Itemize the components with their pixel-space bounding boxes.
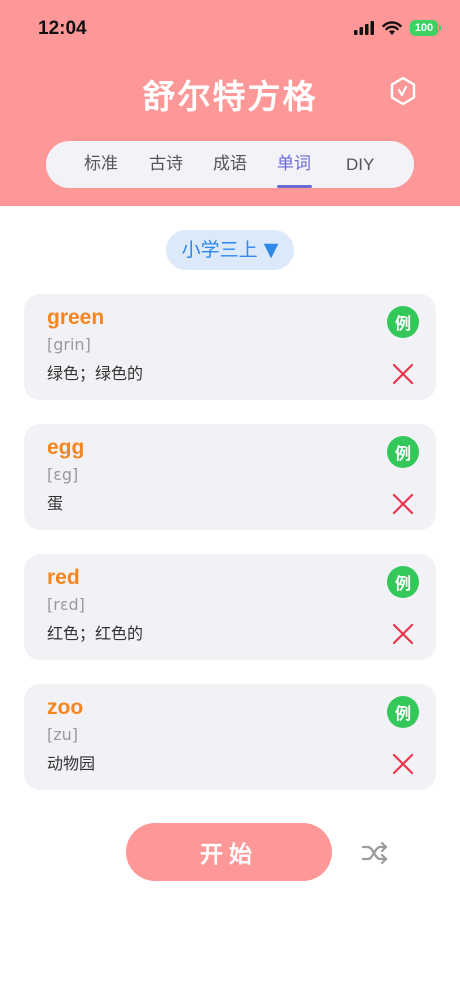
example-button[interactable]: 例: [387, 566, 419, 598]
status-icons: 100: [354, 20, 441, 36]
tab-diy[interactable]: DIY: [346, 141, 374, 188]
example-button[interactable]: 例: [387, 696, 419, 728]
word-text: red: [47, 566, 80, 589]
active-tab-indicator: [277, 185, 312, 188]
signal-icon: [354, 21, 374, 35]
tab-poetry[interactable]: 古诗: [149, 141, 183, 188]
close-icon[interactable]: [392, 623, 414, 645]
meaning-text: 蛋: [47, 494, 64, 513]
phonetic-text: [ɛg]: [47, 465, 79, 484]
meaning-text: 红色；红色的: [47, 624, 144, 643]
header: 12:04 100 舒尔特方格 标准 古诗 成语 单词 DIY: [0, 0, 460, 206]
phonetic-text: [rɛd]: [47, 595, 85, 614]
hexagon-timer-icon[interactable]: [388, 76, 418, 106]
status-time: 12:04: [38, 18, 87, 39]
close-icon[interactable]: [392, 493, 414, 515]
shuffle-icon[interactable]: [361, 839, 389, 867]
phonetic-text: [zu]: [47, 725, 79, 744]
battery-indicator: 100: [410, 20, 441, 36]
phonetic-text: [grin]: [47, 335, 91, 354]
meaning-text: 绿色；绿色的: [47, 364, 144, 383]
meaning-text: 动物园: [47, 754, 96, 773]
word-text: zoo: [47, 696, 84, 719]
example-button[interactable]: 例: [387, 436, 419, 468]
word-text: egg: [47, 436, 85, 459]
mode-tabs: 标准 古诗 成语 单词 DIY: [46, 141, 414, 188]
word-card: red [rɛd] 红色；红色的 例: [24, 554, 436, 660]
tab-idioms[interactable]: 成语: [213, 141, 247, 188]
grade-dropdown[interactable]: 小学三上 ▼: [166, 230, 294, 270]
wifi-icon: [382, 20, 402, 35]
close-icon[interactable]: [392, 363, 414, 385]
example-button[interactable]: 例: [387, 306, 419, 338]
word-card: green [grin] 绿色；绿色的 例: [24, 294, 436, 400]
tab-words[interactable]: 单词: [277, 141, 311, 188]
word-card: zoo [zu] 动物园 例: [24, 684, 436, 790]
start-button[interactable]: 开始: [126, 823, 332, 881]
close-icon[interactable]: [392, 753, 414, 775]
word-card: egg [ɛg] 蛋 例: [24, 424, 436, 530]
word-text: green: [47, 306, 105, 329]
tab-standard[interactable]: 标准: [84, 141, 118, 188]
